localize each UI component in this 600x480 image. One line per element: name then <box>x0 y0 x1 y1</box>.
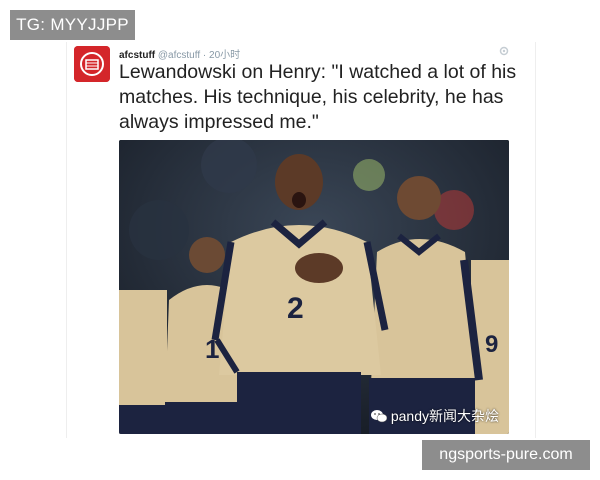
tweet-photo[interactable]: 1 9 2 pandy新闻大杂烩 <box>119 140 509 434</box>
tg-badge: TG: MYYJJPP <box>10 10 135 40</box>
arsenal-crest-icon <box>74 46 110 82</box>
jersey-number-center: 2 <box>287 292 304 325</box>
site-badge: ngsports-pure.com <box>422 440 590 470</box>
wechat-icon <box>370 410 387 423</box>
gear-icon[interactable] <box>499 46 509 56</box>
tweet-user-line: afcstuff @afcstuff · 20小时 <box>119 46 240 61</box>
photo-illustration: 1 9 2 <box>119 140 509 434</box>
avatar[interactable] <box>74 46 110 82</box>
jersey-number-right: 9 <box>485 331 498 358</box>
photo-watermark: pandy新闻大杂烩 <box>370 406 499 426</box>
watermark-text: pandy新闻大杂烩 <box>390 408 499 424</box>
tweet-card: afcstuff @afcstuff · 20小时 Lewandowski on… <box>66 42 536 438</box>
tweet-text: Lewandowski on Henry: "I watched a lot o… <box>119 61 517 133</box>
